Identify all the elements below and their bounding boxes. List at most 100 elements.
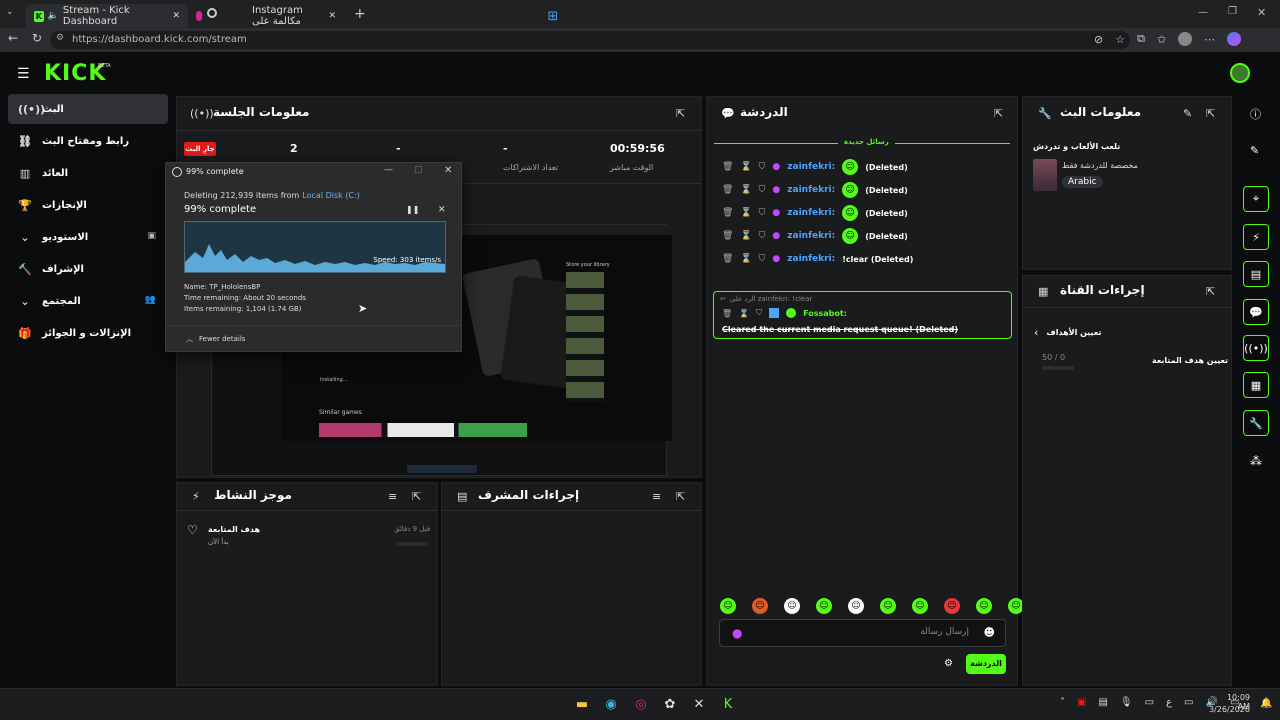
tray-app-icon[interactable]: ▣ bbox=[1077, 697, 1086, 708]
fewer-details-button[interactable]: ︿ Fewer details bbox=[186, 334, 245, 344]
rail-button-crosshair[interactable]: ⌖ bbox=[1243, 186, 1269, 212]
language-indicator[interactable]: ع bbox=[1166, 697, 1172, 708]
close-window-icon[interactable]: ✕ bbox=[1257, 6, 1266, 19]
rail-button-document[interactable]: ▤ bbox=[1243, 261, 1269, 287]
timeout-icon[interactable]: ⌛ bbox=[740, 162, 751, 172]
chat-message[interactable]: 🗑 ⌛ ⛉ ● zainfekri: ☺ (Deleted) bbox=[722, 181, 1012, 199]
emote-icon[interactable]: ☺ bbox=[944, 598, 960, 614]
notification-icon[interactable]: 🔔 bbox=[1260, 698, 1272, 709]
popout-icon[interactable]: ⇱ bbox=[676, 107, 685, 120]
ban-icon[interactable]: ⛉ bbox=[759, 231, 766, 241]
tray-app-icon[interactable]: ▤ bbox=[1098, 697, 1107, 708]
tab-close-icon[interactable]: ✕ bbox=[172, 11, 180, 21]
site-info-icon[interactable]: ⚙ bbox=[56, 33, 64, 43]
edit-icon[interactable]: ✎ bbox=[1250, 144, 1259, 157]
chatgpt-icon[interactable]: ✿ bbox=[659, 693, 681, 715]
favorites-list-icon[interactable]: ✩ bbox=[1157, 33, 1166, 46]
emote-icon[interactable]: ☺ bbox=[752, 598, 768, 614]
mic-icon[interactable]: ● bbox=[732, 626, 742, 640]
widgets-icon[interactable]: ⁂ bbox=[1250, 454, 1262, 468]
info-icon[interactable]: ⓘ bbox=[1250, 106, 1261, 122]
kick-app-icon[interactable]: K bbox=[717, 693, 739, 715]
new-tab-icon[interactable]: + bbox=[354, 6, 366, 22]
sidebar-item-stream-key[interactable]: ⛓ رابط ومفتاح البث bbox=[8, 126, 168, 156]
highlighted-message[interactable]: ↩ الرد على zainfekri: !clear 🗑 ⌛ ⛉ Fossabo… bbox=[713, 291, 1012, 339]
rail-button-broadcast[interactable]: ((•)) bbox=[1243, 335, 1269, 361]
filter-icon[interactable]: ≡ bbox=[652, 490, 661, 503]
edge-icon[interactable]: ◉ bbox=[600, 693, 622, 715]
timeout-icon[interactable]: ⌛ bbox=[739, 309, 749, 318]
rail-button-wrench[interactable]: 🔧 bbox=[1243, 410, 1269, 436]
start-icon[interactable]: ⊞ bbox=[542, 5, 564, 27]
bot-username[interactable]: Fossabot: bbox=[803, 309, 847, 318]
user-avatar[interactable] bbox=[1230, 63, 1250, 83]
timeout-icon[interactable]: ⌛ bbox=[740, 231, 751, 241]
chat-send-button[interactable]: الدردشة bbox=[966, 654, 1006, 674]
popout-icon[interactable]: ⇱ bbox=[1206, 107, 1215, 120]
chat-username[interactable]: zainfekri: bbox=[787, 185, 835, 195]
extensions-icon[interactable]: ⧉ bbox=[1137, 32, 1145, 46]
tab-close-icon[interactable]: ✕ bbox=[328, 11, 336, 21]
delete-icon[interactable]: 🗑 bbox=[722, 208, 733, 218]
chat-message[interactable]: 🗑 ⌛ ⛉ ● zainfekri: ☺ (Deleted) bbox=[722, 227, 1012, 245]
ban-icon[interactable]: ⛉ bbox=[759, 254, 766, 264]
profile-icon[interactable] bbox=[1178, 32, 1193, 46]
ban-icon[interactable]: ⛉ bbox=[759, 208, 766, 218]
emote-icon[interactable]: ☺ bbox=[816, 598, 832, 614]
rail-button-bolt[interactable]: ⚡ bbox=[1243, 224, 1269, 250]
delete-icon[interactable]: 🗑 bbox=[722, 162, 733, 172]
chat-username[interactable]: zainfekri: bbox=[787, 208, 835, 218]
close-icon[interactable]: ✕ bbox=[444, 165, 452, 176]
tab-instagram-call[interactable]: Instagram مكالمة على ✕ bbox=[214, 4, 344, 28]
network-icon[interactable]: ▭ bbox=[1184, 697, 1193, 708]
ban-icon[interactable]: ⛉ bbox=[756, 308, 762, 318]
ban-icon[interactable]: ⛉ bbox=[759, 162, 766, 172]
settings-gear-icon[interactable]: ⚙ bbox=[944, 658, 953, 669]
delete-icon[interactable]: 🗑 bbox=[722, 254, 733, 264]
emote-icon[interactable]: ☺ bbox=[720, 598, 736, 614]
emote-icon[interactable]: ☺ bbox=[784, 598, 800, 614]
delete-icon[interactable]: 🗑 bbox=[722, 231, 733, 241]
reload-icon[interactable]: ↻ bbox=[32, 31, 42, 45]
pause-icon[interactable]: ❚❚ bbox=[406, 205, 419, 214]
favorite-icon[interactable]: ☆ bbox=[1115, 33, 1125, 46]
emote-icon[interactable]: ☺ bbox=[848, 598, 864, 614]
popout-icon[interactable]: ⇱ bbox=[412, 490, 421, 503]
back-icon[interactable]: ← bbox=[8, 31, 18, 45]
set-goals-button[interactable]: ‹ تعيين الأهداف bbox=[1034, 326, 1101, 339]
copilot-icon[interactable] bbox=[1227, 32, 1242, 46]
timeout-icon[interactable]: ⌛ bbox=[740, 208, 751, 218]
emote-icon[interactable]: ☺ bbox=[880, 598, 896, 614]
instagram-icon[interactable]: ◎ bbox=[630, 693, 652, 715]
tab-kick-dashboard[interactable]: K 🔈 Stream - Kick Dashboard ✕ bbox=[26, 4, 188, 28]
edit-pencil-icon[interactable]: ✎ bbox=[1183, 107, 1192, 120]
sidebar-item-drops[interactable]: 🎁 الإنزالات و الجوائز bbox=[8, 318, 168, 348]
emoji-icon[interactable]: ☻ bbox=[984, 626, 995, 639]
more-icon[interactable]: ⋯ bbox=[1204, 33, 1215, 46]
cancel-icon[interactable]: ✕ bbox=[438, 205, 446, 215]
minimize-icon[interactable]: — bbox=[1198, 7, 1208, 18]
x-app-icon[interactable]: ✕ bbox=[688, 693, 710, 715]
minimize-icon[interactable]: — bbox=[384, 165, 393, 175]
ban-icon[interactable]: ⛉ bbox=[759, 185, 766, 195]
chat-message[interactable]: 🗑 ⌛ ⛉ ● zainfekri: ☺ (Deleted) bbox=[722, 204, 1012, 222]
url-field[interactable]: https://dashboard.kick.com/stream bbox=[50, 31, 1130, 49]
chevron-up-icon[interactable]: ˄ bbox=[1060, 697, 1065, 708]
chat-message[interactable]: 🗑 ⌛ ⛉ ● zainfekri: ☺ (Deleted) bbox=[722, 158, 1012, 176]
chat-input[interactable]: ● إرسال رسالة ☻ bbox=[719, 619, 1006, 647]
speaker-icon[interactable]: 🔈 bbox=[48, 11, 59, 21]
popout-icon[interactable]: ⇱ bbox=[676, 490, 685, 503]
rail-button-channel[interactable]: ▦ bbox=[1243, 372, 1269, 398]
popout-icon[interactable]: ⇱ bbox=[994, 107, 1003, 120]
chat-username[interactable]: zainfekri: bbox=[787, 231, 835, 241]
menu-icon[interactable]: ☰ bbox=[17, 66, 30, 82]
tab-instagram[interactable] bbox=[188, 4, 210, 28]
restore-icon[interactable]: ❐ bbox=[1228, 6, 1237, 17]
chat-username[interactable]: zainfekri: bbox=[787, 162, 835, 172]
sidebar-item-revenue[interactable]: ▥ العائد bbox=[8, 158, 168, 188]
emote-icon[interactable]: ☺ bbox=[976, 598, 992, 614]
rail-button-chat[interactable]: 💬 bbox=[1243, 299, 1269, 325]
sidebar-item-stream[interactable]: ((•)) البث bbox=[8, 94, 168, 124]
location-link[interactable]: Local Disk (C:) bbox=[302, 191, 360, 200]
emote-icon[interactable]: ☺ bbox=[912, 598, 928, 614]
